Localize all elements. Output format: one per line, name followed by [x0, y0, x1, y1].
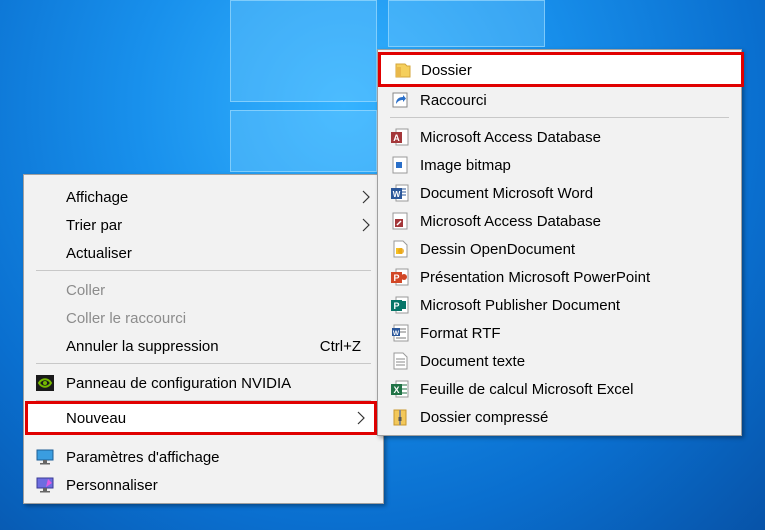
folder-icon	[395, 63, 411, 78]
menu-item-parametres-affichage[interactable]: Paramètres d'affichage	[24, 443, 383, 471]
submenu-item-label: Microsoft Access Database	[420, 212, 601, 230]
menu-separator	[36, 270, 371, 271]
submenu-item-label: Microsoft Access Database	[420, 128, 601, 146]
excel-icon: X	[391, 380, 409, 398]
menu-item-coller-raccourci: Coller le raccourci	[24, 304, 383, 332]
shortcut-icon	[392, 92, 408, 108]
submenu-item-label: Document texte	[420, 352, 526, 370]
menu-item-label: Trier par	[66, 216, 123, 234]
menu-item-personnaliser[interactable]: Personnaliser	[24, 471, 383, 499]
menu-item-label: Personnaliser	[66, 476, 158, 494]
display-settings-icon	[36, 449, 54, 465]
menu-item-label: Nouveau	[66, 410, 127, 427]
word-icon: W	[391, 184, 409, 202]
menu-item-label: Panneau de configuration NVIDIA	[66, 374, 292, 392]
svg-text:X: X	[393, 385, 399, 395]
submenu-item-access-database[interactable]: A Microsoft Access Database	[378, 123, 741, 151]
menu-item-label: Annuler la suppression	[66, 337, 219, 355]
menu-item-coller: Coller	[24, 276, 383, 304]
submenu-item-publisher[interactable]: P Microsoft Publisher Document	[378, 291, 741, 319]
menu-item-label: Affichage	[66, 188, 129, 206]
menu-item-actualiser[interactable]: Actualiser	[24, 239, 383, 267]
powerpoint-icon: P	[391, 268, 409, 286]
wallpaper-window-pane	[230, 0, 377, 102]
submenu-item-label: Image bitmap	[420, 156, 511, 174]
submenu-item-label: Format RTF	[420, 324, 501, 342]
menu-item-affichage[interactable]: Affichage	[24, 183, 383, 211]
menu-item-label: Coller	[66, 281, 106, 299]
submenu-item-label: Dossier	[421, 62, 472, 79]
submenu-item-access-database-2[interactable]: Microsoft Access Database	[378, 207, 741, 235]
chevron-right-icon	[362, 218, 370, 232]
submenu-item-excel[interactable]: X Feuille de calcul Microsoft Excel	[378, 375, 741, 403]
submenu-item-label: Dessin OpenDocument	[420, 240, 576, 258]
submenu-item-label: Présentation Microsoft PowerPoint	[420, 268, 651, 286]
menu-item-shortcut: Ctrl+Z	[319, 337, 361, 355]
svg-text:P: P	[393, 301, 399, 311]
submenu-item-text-document[interactable]: Document texte	[378, 347, 741, 375]
submenu-item-powerpoint[interactable]: P Présentation Microsoft PowerPoint	[378, 263, 741, 291]
menu-item-nouveau[interactable]: Nouveau	[25, 401, 377, 435]
submenu-item-label: Dossier compressé	[420, 408, 549, 426]
menu-item-nvidia[interactable]: Panneau de configuration NVIDIA	[24, 369, 383, 397]
menu-item-annuler-suppression[interactable]: Annuler la suppression Ctrl+Z	[24, 332, 383, 360]
personalize-icon	[36, 477, 54, 493]
chevron-right-icon	[357, 411, 365, 425]
svg-text:W: W	[393, 190, 401, 199]
svg-text:W: W	[393, 330, 400, 337]
svg-text:A: A	[393, 133, 400, 143]
text-document-icon	[393, 352, 408, 370]
wallpaper-window-pane	[230, 110, 377, 172]
submenu-item-label: Document Microsoft Word	[420, 184, 594, 202]
menu-item-label: Coller le raccourci	[66, 309, 187, 327]
publisher-icon: P	[391, 296, 409, 314]
access-icon	[392, 212, 408, 230]
bitmap-icon	[392, 156, 408, 174]
submenu-item-image-bitmap[interactable]: Image bitmap	[378, 151, 741, 179]
new-submenu: Raccourci A Microsoft Access Database Im…	[377, 49, 742, 436]
submenu-item-raccourci[interactable]: Raccourci	[378, 86, 741, 114]
submenu-item-label: Feuille de calcul Microsoft Excel	[420, 380, 634, 398]
submenu-item-compressed-folder[interactable]: Dossier compressé	[378, 403, 741, 431]
submenu-item-dossier[interactable]: Dossier	[378, 52, 744, 87]
menu-separator	[36, 363, 371, 364]
menu-item-trier-par[interactable]: Trier par	[24, 211, 383, 239]
submenu-item-word-document[interactable]: W Document Microsoft Word	[378, 179, 741, 207]
submenu-item-label: Raccourci	[420, 91, 487, 109]
chevron-right-icon	[362, 190, 370, 204]
submenu-item-label: Microsoft Publisher Document	[420, 296, 621, 314]
opendocument-drawing-icon	[393, 240, 408, 258]
zip-folder-icon	[393, 409, 407, 426]
desktop-context-menu: Affichage Trier par Actualiser Coller Co…	[23, 174, 384, 504]
access-icon: A	[391, 128, 409, 146]
rtf-icon: W	[392, 324, 409, 342]
submenu-item-rtf[interactable]: W Format RTF	[378, 319, 741, 347]
nvidia-icon	[36, 375, 54, 391]
menu-separator	[390, 117, 729, 118]
wallpaper-window-pane	[388, 0, 545, 47]
menu-item-label: Actualiser	[66, 244, 132, 262]
svg-text:P: P	[393, 273, 399, 283]
submenu-item-opendocument-drawing[interactable]: Dessin OpenDocument	[378, 235, 741, 263]
menu-item-label: Paramètres d'affichage	[66, 448, 220, 466]
